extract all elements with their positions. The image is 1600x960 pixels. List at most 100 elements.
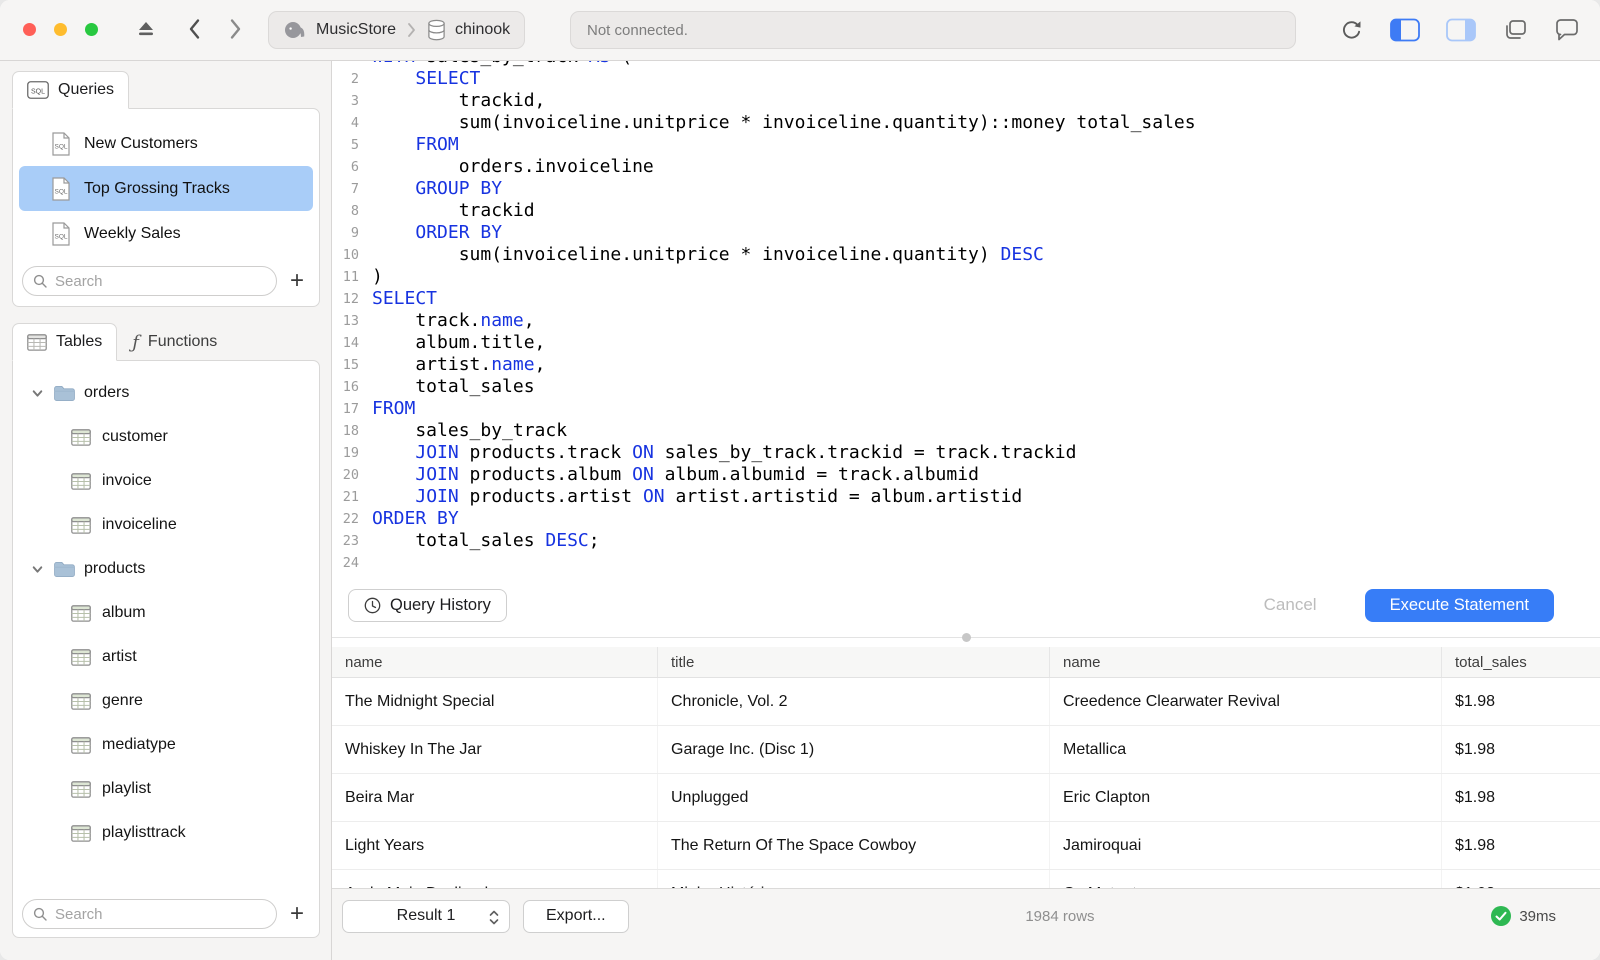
back-button[interactable] (188, 18, 201, 40)
minimize-window-button[interactable] (54, 23, 67, 36)
sidebar-tabs: Tables ƒ Functions (12, 323, 320, 361)
code-line[interactable]: 11) (332, 266, 1600, 288)
code-line[interactable]: 8 trackid (332, 200, 1600, 222)
code-line[interactable]: 9 ORDER BY (332, 222, 1600, 244)
cell: $1.98 (1455, 836, 1496, 854)
toggle-right-sidebar-icon[interactable] (1446, 18, 1476, 42)
table-row[interactable]: The Midnight Special Chronicle, Vol. 2 Cre… (332, 678, 1600, 726)
code-line[interactable]: 19 JOIN products.track ON sales_by_track… (332, 442, 1600, 464)
add-query-button[interactable]: + (284, 268, 310, 294)
toggle-left-sidebar-icon[interactable] (1390, 18, 1420, 42)
folder-icon (53, 384, 76, 403)
tree-item-artist[interactable]: artist (19, 635, 313, 679)
table-row[interactable]: Light Years The Return Of The Space Cowbo… (332, 822, 1600, 870)
close-window-button[interactable] (23, 23, 36, 36)
tree-item-customer[interactable]: customer (19, 415, 313, 459)
zoom-window-button[interactable] (85, 23, 98, 36)
connection-status-field[interactable]: Not connected. (570, 11, 1296, 49)
results-splitter[interactable] (332, 633, 1600, 647)
query-item-label: New Customers (84, 134, 198, 152)
result-selector[interactable]: Result 1 (342, 899, 510, 933)
sidebar-item-new-customers[interactable]: SQL New Customers (19, 121, 313, 166)
splitter-handle[interactable] (962, 633, 971, 642)
code-line[interactable]: 2 SELECT (332, 68, 1600, 90)
code-line[interactable]: 6 orders.invoiceline (332, 156, 1600, 178)
code-line[interactable]: 12 SELECT (332, 288, 1600, 310)
refresh-icon[interactable] (1339, 18, 1364, 43)
export-button[interactable]: Export... (523, 899, 629, 933)
tree-item-mediatype[interactable]: mediatype (19, 723, 313, 767)
code-line[interactable]: 3 trackid, (332, 90, 1600, 112)
tree-item-invoice[interactable]: invoice (19, 459, 313, 503)
code-line[interactable]: 5 FROM (332, 134, 1600, 156)
tab-tables[interactable]: Tables (12, 323, 118, 361)
function-icon: ƒ (132, 331, 139, 353)
chevron-down-icon[interactable] (31, 387, 45, 400)
table-row[interactable]: Ando Meio DesligadoMinha HistóriaOs Muta… (332, 870, 1600, 888)
table-icon (71, 428, 91, 446)
breadcrumb-connection[interactable]: MusicStore (283, 19, 396, 41)
line-number: 19 (342, 445, 359, 461)
table-row[interactable]: Beira Mar Unplugged Eric Clapton $1.98 (332, 774, 1600, 822)
code-line[interactable]: 16 total_sales (332, 376, 1600, 398)
execute-statement-button[interactable]: Execute Statement (1364, 588, 1554, 622)
code-line[interactable]: 20 JOIN products.album ON album.albumid … (332, 464, 1600, 486)
forward-button[interactable] (229, 18, 242, 40)
add-table-button[interactable]: + (284, 901, 310, 927)
search-icon (33, 907, 47, 926)
query-history-button[interactable]: Query History (348, 588, 507, 622)
queries-search-input[interactable] (22, 266, 277, 296)
tab-queries[interactable]: SQL Queries (12, 71, 130, 109)
tree-item-label: products (84, 560, 146, 577)
tree-item-label: album (102, 604, 146, 621)
code-line[interactable]: 23 total_sales DESC; (332, 530, 1600, 552)
tree-item-playlist[interactable]: playlist (19, 767, 313, 811)
column-header[interactable]: name (332, 647, 658, 677)
tab-functions[interactable]: ƒ Functions (117, 323, 232, 361)
code-line[interactable]: 15 artist.name, (332, 354, 1600, 376)
code-text: total_sales DESC; (372, 530, 600, 551)
tables-search-input[interactable] (22, 899, 277, 929)
code-line[interactable]: 22 ORDER BY (332, 508, 1600, 530)
code-line[interactable]: 24 (332, 552, 1600, 574)
eject-icon[interactable] (136, 20, 156, 38)
tree-item-genre[interactable]: genre (19, 679, 313, 723)
line-number: 21 (342, 489, 359, 505)
breadcrumb-label: MusicStore (316, 21, 397, 38)
line-number: 18 (342, 423, 359, 439)
code-line[interactable]: 18 sales_by_track (332, 420, 1600, 442)
code-text: total_sales (372, 376, 535, 397)
tree-item-album[interactable]: album (19, 591, 313, 635)
column-header[interactable]: total_sales (1442, 647, 1600, 677)
code-line[interactable]: 17 FROM (332, 398, 1600, 420)
code-line[interactable]: 4 sum(invoiceline.unitprice * invoicelin… (332, 112, 1600, 134)
table-tree: orders customer invoice invoiceline products… (19, 371, 313, 855)
line-number: 14 (342, 335, 359, 351)
editor-footer: Query History Cancel Execute Statement (332, 577, 1600, 633)
code-line[interactable]: 21 JOIN products.artist ON artist.artist… (332, 486, 1600, 508)
cancel-button[interactable]: Cancel (1258, 594, 1323, 616)
code-line[interactable]: 10 sum(invoiceline.unitprice * invoiceli… (332, 244, 1600, 266)
line-number: 3 (350, 93, 359, 109)
feedback-bubble-icon[interactable] (1554, 18, 1580, 42)
tabs-overview-icon[interactable] (1502, 18, 1528, 42)
code-line[interactable]: 13 track.name, (332, 310, 1600, 332)
breadcrumb-database[interactable]: chinook (427, 19, 510, 42)
code-line[interactable]: 1WITH sales_by_track AS ( (332, 61, 1600, 68)
tree-item-products[interactable]: products (19, 547, 313, 591)
tree-item-orders[interactable]: orders (19, 371, 313, 415)
cell: Os Mutantes (1050, 870, 1442, 888)
tree-item-invoiceline[interactable]: invoiceline (19, 503, 313, 547)
chevron-down-icon[interactable] (31, 563, 45, 576)
code-line[interactable]: 14 album.title, (332, 332, 1600, 354)
cell: Light Years (332, 822, 658, 869)
column-header[interactable]: title (658, 647, 1050, 677)
sidebar-item-weekly-sales[interactable]: SQL Weekly Sales (19, 211, 313, 256)
tree-item-playlisttrack[interactable]: playlisttrack (19, 811, 313, 855)
sql-editor[interactable]: 1WITH sales_by_track AS (2 SELECT3 track… (332, 61, 1600, 577)
table-row[interactable]: Whiskey In The Jar Garage Inc. (Disc 1) Me… (332, 726, 1600, 774)
sidebar-item-top-grossing-tracks[interactable]: SQL Top Grossing Tracks (19, 166, 313, 211)
code-text: JOIN products.track ON sales_by_track.tr… (415, 442, 1077, 463)
code-line[interactable]: 7 GROUP BY (332, 178, 1600, 200)
column-header[interactable]: name (1050, 647, 1442, 677)
